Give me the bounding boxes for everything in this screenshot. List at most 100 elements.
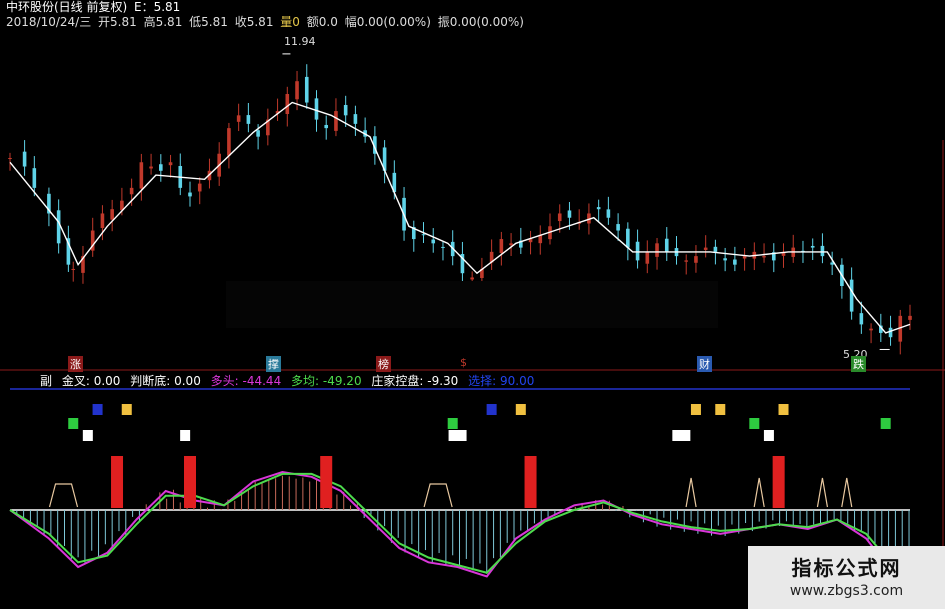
signal-square (749, 418, 760, 429)
trapezoid-marker (48, 483, 79, 508)
change-value: 幅0.00(0.00%) (344, 15, 431, 29)
signal-square (82, 430, 93, 441)
max-price-label: 11.94 (284, 35, 316, 48)
candle-body (635, 241, 640, 261)
candle-body (606, 209, 611, 218)
candle-body (626, 228, 630, 248)
candle-body (567, 210, 572, 218)
signal-square (448, 430, 467, 441)
candle-body (557, 213, 562, 222)
candle-body (236, 115, 241, 122)
signal-bar (184, 456, 196, 508)
watermark-url: www.zbgs3.com (789, 583, 904, 599)
candle-body (149, 166, 153, 169)
candle-body (869, 328, 873, 331)
candle-body (431, 239, 436, 244)
volume-value: 量0 (280, 15, 300, 29)
candle-body (616, 224, 620, 231)
candle-body (723, 258, 727, 261)
triangle-marker (685, 477, 697, 508)
candle-body (655, 243, 659, 257)
candle-body (742, 256, 747, 259)
triangle-marker (816, 477, 829, 508)
candle-body (441, 246, 445, 248)
ma-value: E：5.81 (134, 0, 181, 14)
jincha-value: 金叉: 0.00 (61, 374, 121, 388)
candle-body (188, 192, 192, 197)
candle-body (694, 256, 698, 263)
candle-body (762, 256, 766, 258)
signal-square (121, 404, 132, 415)
panduandi-value: 判断底: 0.00 (130, 374, 201, 388)
candle-body (470, 277, 474, 280)
candle-body (168, 162, 173, 166)
candle-body (71, 268, 76, 270)
high-value: 高5.81 (143, 15, 183, 29)
open-value: 开5.81 (98, 15, 137, 29)
watermark-title: 指标公式网 (791, 556, 902, 580)
candle-body (820, 245, 825, 257)
signal-square (447, 418, 458, 429)
candle-body (664, 238, 669, 252)
xuanze-value: 选择: 90.00 (468, 374, 535, 388)
event-tag[interactable]: 榜 (376, 356, 391, 372)
candle-body (246, 115, 251, 124)
stock-title: 中环股份(日线 前复权) (6, 0, 128, 14)
candle-body (100, 213, 105, 228)
signal-square (690, 404, 701, 415)
candle-body (421, 234, 426, 236)
watermark: 指标公式网 www.zbgs3.com (748, 546, 945, 609)
candle-body (645, 251, 650, 264)
candle-body (314, 98, 319, 120)
chart-header: 中环股份(日线 前复权) E：5.81 2018/10/24/三 开5.81 高… (6, 0, 527, 30)
candle-body (8, 158, 12, 159)
candle-body (888, 327, 893, 338)
candle-body (733, 259, 737, 265)
signal-bar (320, 456, 333, 508)
duotou-value: 多头: -44.44 (210, 374, 282, 388)
event-tag[interactable]: $ (458, 356, 469, 369)
candle-body (129, 187, 134, 195)
signal-square (92, 404, 103, 415)
close-value: 收5.81 (234, 15, 274, 29)
candle-body (859, 313, 864, 325)
candle-body (499, 239, 504, 253)
candle-body (908, 315, 912, 320)
candle-body (684, 260, 689, 262)
triangle-marker (841, 477, 853, 508)
amount-value: 额0.0 (306, 15, 338, 29)
signal-square (672, 430, 691, 441)
signal-square (515, 404, 526, 415)
candle-body (509, 243, 513, 246)
candle-body (22, 151, 27, 167)
event-tag[interactable]: 撑 (266, 356, 281, 372)
candle-body (285, 94, 290, 114)
candle-body (849, 279, 854, 312)
candle-body (32, 168, 37, 188)
candle-body (596, 207, 601, 210)
candle-body (703, 247, 708, 250)
signal-square (486, 404, 497, 415)
candle-body (324, 124, 329, 129)
candle-body (304, 76, 309, 103)
duojun-value: 多均: -49.20 (291, 374, 362, 388)
signal-square (880, 418, 891, 429)
indicator-name[interactable]: 副 (40, 374, 52, 388)
event-tag[interactable]: 财 (697, 356, 712, 372)
candle-body (197, 183, 202, 192)
triangle-marker (753, 477, 765, 508)
signal-bar (524, 456, 537, 508)
event-tag[interactable]: 跌 (851, 356, 866, 372)
candle-body (810, 245, 815, 248)
low-value: 低5.81 (189, 15, 228, 29)
zhuangjia-value: 庄家控盘: -9.30 (371, 374, 459, 388)
amplitude-value: 振0.00(0.00%) (437, 15, 524, 29)
candle-body (334, 111, 338, 131)
trapezoid-marker (423, 483, 453, 508)
candle-body (227, 128, 231, 156)
signal-square (715, 404, 726, 415)
event-tag[interactable]: 涨 (68, 356, 83, 372)
signal-square (180, 430, 191, 441)
signal-bar (111, 456, 124, 508)
signal-square (68, 418, 79, 429)
